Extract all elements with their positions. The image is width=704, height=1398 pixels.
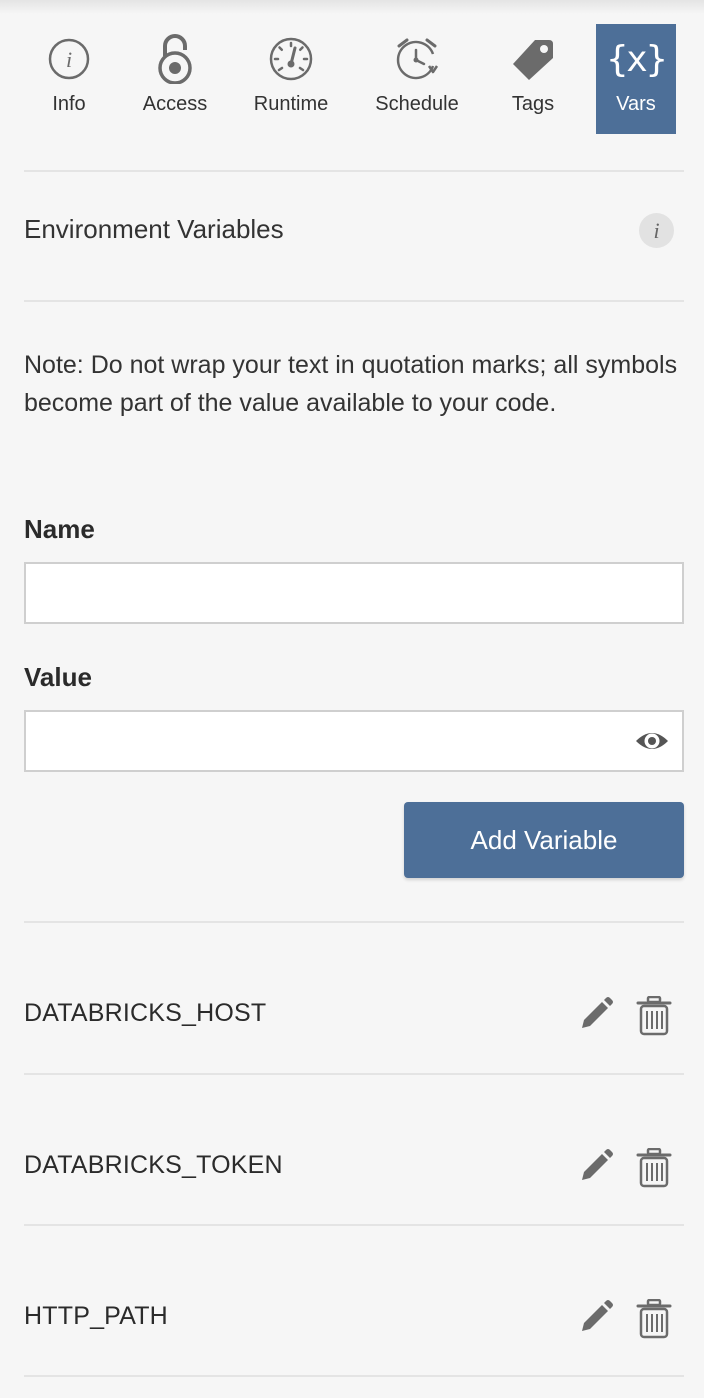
divider [24,300,684,302]
variable-name: HTTP_PATH [24,1302,168,1330]
tab-label: Tags [511,93,555,115]
tab-schedule[interactable]: Schedule [370,24,464,134]
padlock-icon [130,24,220,94]
info-circle-icon: i [24,24,114,94]
variable-row: DATABRICKS_TOKEN [24,1094,684,1244]
tab-info[interactable]: i Info [24,24,114,134]
tab-vars[interactable]: {x} Vars [596,24,676,134]
show-value-eye-icon[interactable] [634,725,670,757]
tab-access[interactable]: Access [130,24,220,134]
delete-trash-icon[interactable] [636,1298,672,1339]
name-input[interactable] [24,562,684,624]
delete-trash-icon[interactable] [636,995,672,1036]
divider [24,170,684,172]
value-input[interactable] [24,710,684,772]
variable-row: HTTP_PATH [24,1245,684,1395]
edit-pencil-icon[interactable] [578,1299,614,1335]
delete-trash-icon[interactable] [636,1147,672,1188]
divider [24,921,684,923]
tab-bar: i Info Access Runtime Schedule Tags {x} … [24,24,684,134]
variable-row: DATABRICKS_HOST [24,942,684,1092]
variable-name: DATABRICKS_TOKEN [24,1151,283,1179]
speedometer-icon [246,24,336,94]
edit-pencil-icon[interactable] [578,1148,614,1184]
clock-icon [370,24,464,94]
note-text: Note: Do not wrap your text in quotation… [24,351,678,417]
variable-name: DATABRICKS_HOST [24,999,267,1027]
divider [24,1375,684,1377]
edit-pencil-icon[interactable] [578,996,614,1032]
info-icon[interactable]: i [639,213,674,248]
add-variable-button[interactable]: Add Variable [404,802,684,878]
tab-tags[interactable]: Tags [498,24,568,134]
tab-runtime[interactable]: Runtime [246,24,336,134]
svg-text:i: i [66,47,72,72]
tab-label: Runtime [253,93,329,115]
variables-icon: {x} [606,38,667,80]
top-shadow [0,0,704,14]
tab-label: Info [52,93,86,115]
tag-icon [498,24,568,94]
section-title: Environment Variables [24,214,284,244]
value-label: Value [24,662,92,692]
tab-label: Access [142,93,208,115]
divider [24,1073,684,1075]
tab-label: Schedule [375,93,459,115]
environment-variables-panel: i Info Access Runtime Schedule Tags {x} … [0,0,704,1398]
tab-label: Vars [616,93,656,115]
name-label: Name [24,514,95,544]
divider [24,1224,684,1226]
